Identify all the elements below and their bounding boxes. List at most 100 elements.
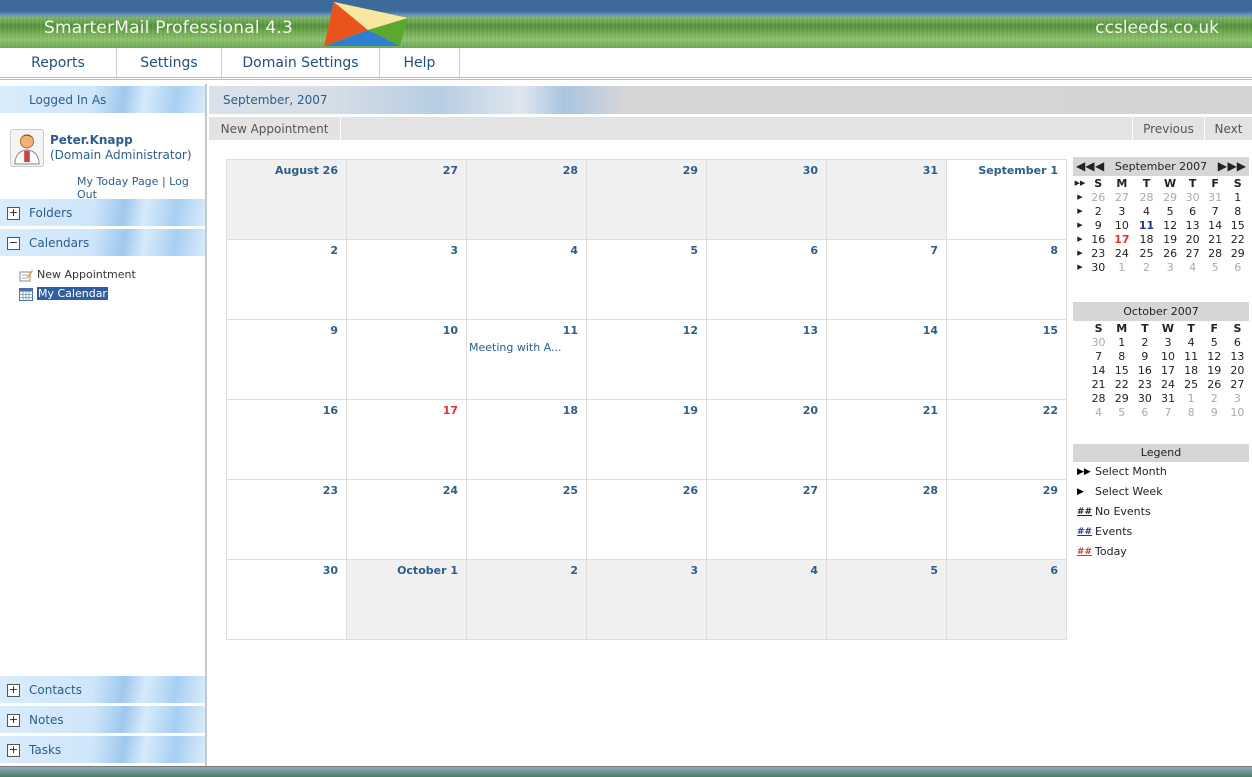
select-week-icon[interactable]: ▶: [1073, 218, 1087, 232]
mini-day[interactable]: 10: [1226, 405, 1249, 419]
day-cell[interactable]: 30: [226, 559, 347, 640]
mini-day[interactable]: 14: [1204, 218, 1227, 232]
day-number[interactable]: August 26: [275, 164, 338, 177]
select-week-icon[interactable]: ▶: [1073, 204, 1087, 218]
day-number[interactable]: 5: [930, 564, 938, 577]
select-month-icon[interactable]: ▶▶: [1073, 176, 1087, 190]
mini-day[interactable]: 2: [1134, 260, 1159, 274]
mini-day[interactable]: 19: [1159, 232, 1182, 246]
mini-day[interactable]: 12: [1203, 349, 1226, 363]
select-week-icon[interactable]: ▶: [1073, 246, 1087, 260]
day-cell[interactable]: 18: [466, 399, 587, 480]
mini-day[interactable]: 4: [1181, 260, 1204, 274]
day-cell[interactable]: 31: [826, 159, 947, 240]
day-cell[interactable]: 22: [946, 399, 1067, 480]
day-number[interactable]: 30: [323, 564, 338, 577]
last-month-icon[interactable]: ▶▶: [1228, 157, 1246, 176]
mini-day[interactable]: 15: [1226, 218, 1249, 232]
next-month-icon[interactable]: ▶: [1218, 157, 1227, 176]
day-cell[interactable]: 21: [826, 399, 947, 480]
prev-month-icon[interactable]: ◀: [1095, 157, 1104, 176]
day-cell[interactable]: 29: [946, 479, 1067, 560]
mini-day[interactable]: 9: [1087, 218, 1110, 232]
day-cell[interactable]: 5: [826, 559, 947, 640]
mini-day[interactable]: 27: [1110, 190, 1135, 204]
mini-day[interactable]: 11: [1180, 349, 1203, 363]
day-number[interactable]: 8: [1050, 244, 1058, 257]
day-cell[interactable]: 2: [226, 239, 347, 320]
day-cell[interactable]: 9: [226, 319, 347, 400]
mini-day[interactable]: 29: [1159, 190, 1182, 204]
mini-day[interactable]: 26: [1087, 190, 1110, 204]
day-number[interactable]: 4: [570, 244, 578, 257]
mini-day[interactable]: 5: [1204, 260, 1227, 274]
day-number[interactable]: 12: [683, 324, 698, 337]
day-number[interactable]: 11: [563, 324, 578, 337]
section-calendars[interactable]: − Calendars: [0, 229, 205, 257]
day-number[interactable]: 30: [803, 164, 818, 177]
event-item[interactable]: Meeting with A...: [469, 341, 578, 354]
mini-day[interactable]: 3: [1110, 204, 1135, 218]
day-number[interactable]: 3: [690, 564, 698, 577]
menu-settings[interactable]: Settings: [117, 48, 222, 80]
day-number[interactable]: 7: [930, 244, 938, 257]
day-cell[interactable]: 19: [586, 399, 707, 480]
previous-button[interactable]: Previous: [1132, 117, 1204, 141]
day-cell[interactable]: 24: [346, 479, 467, 560]
menu-reports[interactable]: Reports: [0, 48, 117, 80]
expand-plus-icon[interactable]: +: [7, 714, 20, 727]
day-number[interactable]: September 1: [978, 164, 1058, 177]
mini-day[interactable]: 6: [1133, 405, 1156, 419]
day-number[interactable]: 15: [1043, 324, 1058, 337]
section-notes[interactable]: + Notes: [0, 706, 205, 734]
section-contacts[interactable]: + Contacts: [0, 676, 205, 704]
collapse-minus-icon[interactable]: −: [7, 237, 20, 250]
day-cell[interactable]: 2: [466, 559, 587, 640]
mini-day[interactable]: 3: [1226, 391, 1249, 405]
day-number[interactable]: 9: [330, 324, 338, 337]
mini-day[interactable]: 1: [1226, 190, 1249, 204]
mini-day[interactable]: 2: [1133, 335, 1156, 349]
mini-day[interactable]: 25: [1180, 377, 1203, 391]
mini-day[interactable]: 10: [1110, 218, 1135, 232]
mini-day[interactable]: 8: [1226, 204, 1249, 218]
mini-day[interactable]: 23: [1133, 377, 1156, 391]
mini-day[interactable]: 3: [1156, 335, 1179, 349]
mini-day[interactable]: 5: [1203, 335, 1226, 349]
mini-day[interactable]: 30: [1133, 391, 1156, 405]
select-week-icon[interactable]: ▶: [1073, 260, 1087, 274]
mini-day[interactable]: 9: [1133, 349, 1156, 363]
day-number[interactable]: 6: [810, 244, 818, 257]
mini-day[interactable]: 29: [1110, 391, 1133, 405]
day-number[interactable]: 2: [330, 244, 338, 257]
mini-day[interactable]: 1: [1110, 335, 1133, 349]
menu-domain-settings[interactable]: Domain Settings: [222, 48, 380, 80]
day-cell[interactable]: 28: [826, 479, 947, 560]
day-cell[interactable]: 11 Meeting with A...: [466, 319, 587, 400]
day-cell[interactable]: September 1: [946, 159, 1067, 240]
mini-day[interactable]: 5: [1110, 405, 1133, 419]
day-number[interactable]: 22: [1043, 404, 1058, 417]
mini-day[interactable]: 4: [1180, 335, 1203, 349]
day-number[interactable]: 17: [443, 404, 458, 417]
mini-day[interactable]: 7: [1087, 349, 1110, 363]
expand-plus-icon[interactable]: +: [7, 744, 20, 757]
mini-day[interactable]: 6: [1181, 204, 1204, 218]
day-cell[interactable]: 14: [826, 319, 947, 400]
mini-day[interactable]: 25: [1134, 246, 1159, 260]
mini-day[interactable]: 10: [1156, 349, 1179, 363]
mini-day[interactable]: 27: [1181, 246, 1204, 260]
mini-day[interactable]: 6: [1226, 335, 1249, 349]
mini-day[interactable]: 13: [1226, 349, 1249, 363]
select-week-icon[interactable]: ▶: [1073, 232, 1087, 246]
day-cell[interactable]: 7: [826, 239, 947, 320]
day-cell[interactable]: 25: [466, 479, 587, 560]
day-number[interactable]: 13: [803, 324, 818, 337]
first-month-icon[interactable]: ◀◀: [1076, 157, 1094, 176]
day-cell[interactable]: October 1: [346, 559, 467, 640]
mini-day[interactable]: 23: [1087, 246, 1110, 260]
sidebar-new-appointment[interactable]: New Appointment: [19, 268, 136, 282]
mini-day[interactable]: 27: [1226, 377, 1249, 391]
day-number[interactable]: 10: [443, 324, 458, 337]
next-button[interactable]: Next: [1204, 117, 1252, 141]
